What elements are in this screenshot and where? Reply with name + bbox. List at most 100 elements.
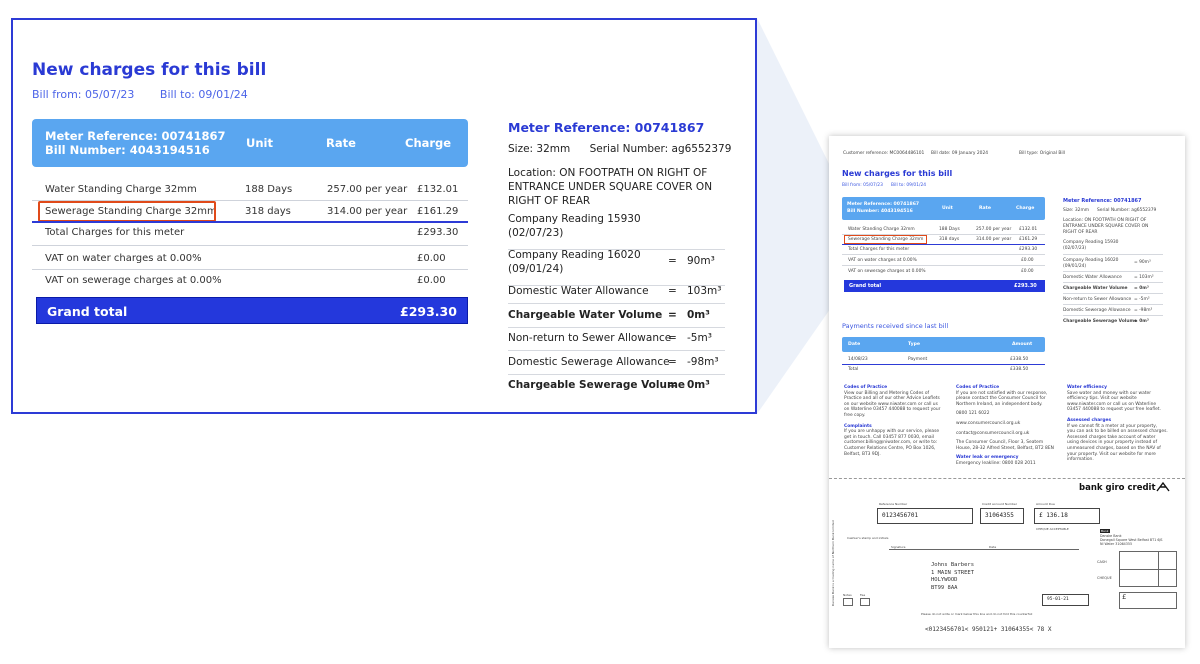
notes-box bbox=[843, 598, 853, 606]
page-title: New charges for this bill bbox=[842, 169, 953, 178]
info-line: you can ask to be billed on assessed cha… bbox=[1067, 429, 1168, 435]
page-reading: (09/01/24) bbox=[1063, 264, 1087, 269]
amount-due-box: £ 136.18 bbox=[1034, 508, 1100, 524]
page-grand-label: Grand total bbox=[849, 283, 882, 289]
meter-item-label: Domestic Sewerage Allowance bbox=[508, 356, 670, 368]
amount-label: Amount Due bbox=[1036, 502, 1055, 506]
page-meter-item: Chargeable Sewerage Volume bbox=[1063, 319, 1138, 324]
meter-serial: Serial Number: ag6552379 bbox=[589, 143, 732, 155]
total-box: £ bbox=[1119, 592, 1177, 609]
page-total-label: Total Charges for this meter bbox=[848, 247, 910, 252]
page-table-header: Meter Reference: 00741867 Bill Number: 4… bbox=[842, 197, 1045, 220]
giro-date-box: 95-01-21 bbox=[1042, 594, 1089, 606]
pay-col-amount: Amount bbox=[1012, 342, 1033, 347]
col-unit: Unit bbox=[246, 136, 273, 150]
page-grand-value: £293.30 bbox=[1014, 283, 1037, 289]
notes-label: Notes bbox=[843, 593, 852, 597]
row-charge: £132.01 bbox=[417, 184, 459, 195]
info-line: 0800 121 6022 bbox=[956, 411, 990, 417]
cheque-label: CHEQUE bbox=[1097, 576, 1112, 580]
vat-sewerage-value: £0.00 bbox=[417, 275, 446, 286]
meter-item: Chargeable Water Volume = 0m³ bbox=[508, 304, 725, 328]
page-divider bbox=[1063, 293, 1163, 294]
header-reference: Meter Reference: 00741867 Bill Number: 4… bbox=[45, 129, 226, 157]
meter-title: Meter Reference: 00741867 bbox=[508, 120, 705, 135]
page-vat-sewerage-value: £0.00 bbox=[1021, 269, 1034, 274]
page-meter-item-value: = 0m³ bbox=[1134, 286, 1149, 291]
meter-item: Chargeable Sewerage Volume = 0m³ bbox=[508, 374, 725, 398]
giro-footer: Please do not write or mark below this l… bbox=[921, 612, 1033, 616]
vat-water-row: VAT on water charges at 0.00% £0.00 bbox=[32, 253, 468, 270]
zoom-callout: New charges for this bill Bill from: 05/… bbox=[11, 18, 757, 414]
info-line: House, 28-32 Alfred Street, Belfast, BT2… bbox=[956, 445, 1054, 451]
page-divider bbox=[842, 265, 1045, 266]
meter-item-label: Non-return to Sewer Allowance bbox=[508, 332, 672, 344]
bill-period: Bill from: 05/07/23 Bill to: 09/01/24 bbox=[32, 88, 270, 101]
pay-total-label: Total bbox=[848, 367, 859, 372]
info-line: Belfast, BT3 9DJ. bbox=[844, 451, 881, 457]
meter-item-eq: = bbox=[668, 356, 677, 368]
page-divider bbox=[1063, 271, 1163, 272]
charges-title: New charges for this bill bbox=[32, 60, 267, 80]
meter-item-label: Domestic Water Allowance bbox=[508, 285, 649, 297]
row-charge: £161.29 bbox=[417, 206, 459, 217]
payer-address: Johns Barbers 1 MAIN STREET HOLYWOOD BT9… bbox=[931, 562, 974, 592]
info-line: contact@consumercouncil.org.uk bbox=[956, 430, 1030, 436]
page-meter-loc: ENTRANCE UNDER SQUARE COVER ON bbox=[1063, 224, 1149, 229]
page-total-value: £293.30 bbox=[1019, 247, 1038, 252]
total-meter-label: Total Charges for this meter bbox=[45, 227, 185, 238]
page-meter-title: Meter Reference: 00741867 bbox=[1063, 198, 1142, 204]
reading-date: (09/01/24) bbox=[508, 263, 564, 275]
page-meter-loc: Location: ON FOOTPATH ON RIGHT OF bbox=[1063, 218, 1147, 223]
blue-divider bbox=[32, 221, 468, 223]
pay-col-type: Type bbox=[908, 342, 920, 347]
cash-label: CASH bbox=[1097, 560, 1107, 564]
vat-sewerage-row: VAT on sewerage charges at 0.00% £0.00 bbox=[32, 275, 468, 292]
page-col-unit: Unit bbox=[942, 206, 953, 211]
signature-line bbox=[889, 549, 1079, 550]
info-line: 03457 440088 to request your free leafle… bbox=[1067, 407, 1161, 413]
info-line: Emergency leakline: 0800 028 2011 bbox=[956, 460, 1036, 466]
page-bill-to: Bill to: 09/01/24 bbox=[891, 183, 927, 188]
col-charge: Charge bbox=[405, 136, 452, 150]
pay-total-amount: £338.50 bbox=[1010, 367, 1029, 372]
meter-item: Domestic Sewerage Allowance = -98m³ bbox=[508, 351, 725, 375]
vat-sewerage-label: VAT on sewerage charges at 0.00% bbox=[45, 275, 222, 286]
bill-from: Bill from: 05/07/23 bbox=[32, 88, 135, 101]
payments-divider bbox=[842, 364, 1045, 365]
page-meter-item: Domestic Water Allowance bbox=[1063, 275, 1122, 280]
bank-label: Bank bbox=[1100, 529, 1110, 533]
reference-number-box: 0123456701 bbox=[877, 508, 973, 524]
page-grand-total: Grand total £293.30 bbox=[844, 280, 1045, 292]
bill-number: Bill Number: 4043194516 bbox=[45, 143, 210, 157]
info-efficiency: Water efficiency Save water and money wi… bbox=[1067, 385, 1168, 463]
page-meter-item: Non-return to Sewer Allowance bbox=[1063, 297, 1132, 302]
info-line: Customer Relations Centre, PO Box 1026, bbox=[844, 445, 936, 451]
row-unit: 318 days bbox=[245, 206, 291, 217]
date-label: Date bbox=[989, 545, 997, 549]
reading-label: Company Reading 15930 bbox=[508, 213, 641, 225]
meter-size: Size: 32mm bbox=[508, 143, 571, 155]
meter-item-label: Chargeable Water Volume bbox=[508, 309, 663, 321]
page-divider bbox=[1063, 304, 1163, 305]
info-line: Northern Ireland, an independent body. bbox=[956, 401, 1043, 407]
pay-row-date: 14/08/23 bbox=[848, 357, 868, 362]
fee-label: Fee bbox=[860, 593, 866, 597]
page-blue-divider bbox=[842, 244, 1045, 245]
info-line: unmeasured charges, based on the NAV of bbox=[1067, 445, 1161, 451]
cashier-label: Cashier's stamp and initials bbox=[847, 536, 889, 540]
meter-item-value: -98m³ bbox=[687, 356, 719, 368]
meter-item-eq: = bbox=[668, 332, 677, 344]
meter-item-label: Chargeable Sewerage Volume bbox=[508, 379, 686, 391]
info-line: information. bbox=[1067, 457, 1094, 463]
bank-lines: Danske Bank Donegall Square West Belfast… bbox=[1100, 534, 1163, 546]
reading-2-text: Company Reading 16020 (09/01/24) bbox=[508, 248, 641, 276]
table-row: Water Standing Charge 32mm 188 Days 257.… bbox=[32, 184, 468, 201]
acct-label: Credit account Number bbox=[982, 502, 1017, 506]
reading-2-value: 90m³ bbox=[687, 255, 715, 267]
page-vat-sewerage: VAT on sewerage charges at 0.00% bbox=[848, 269, 926, 274]
meter-reference: Meter Reference: 00741867 bbox=[45, 129, 226, 143]
total-meter-value: £293.30 bbox=[417, 227, 459, 238]
payments-title: Payments received since last bill bbox=[842, 322, 949, 330]
meter-item-value: 103m³ bbox=[687, 285, 722, 297]
